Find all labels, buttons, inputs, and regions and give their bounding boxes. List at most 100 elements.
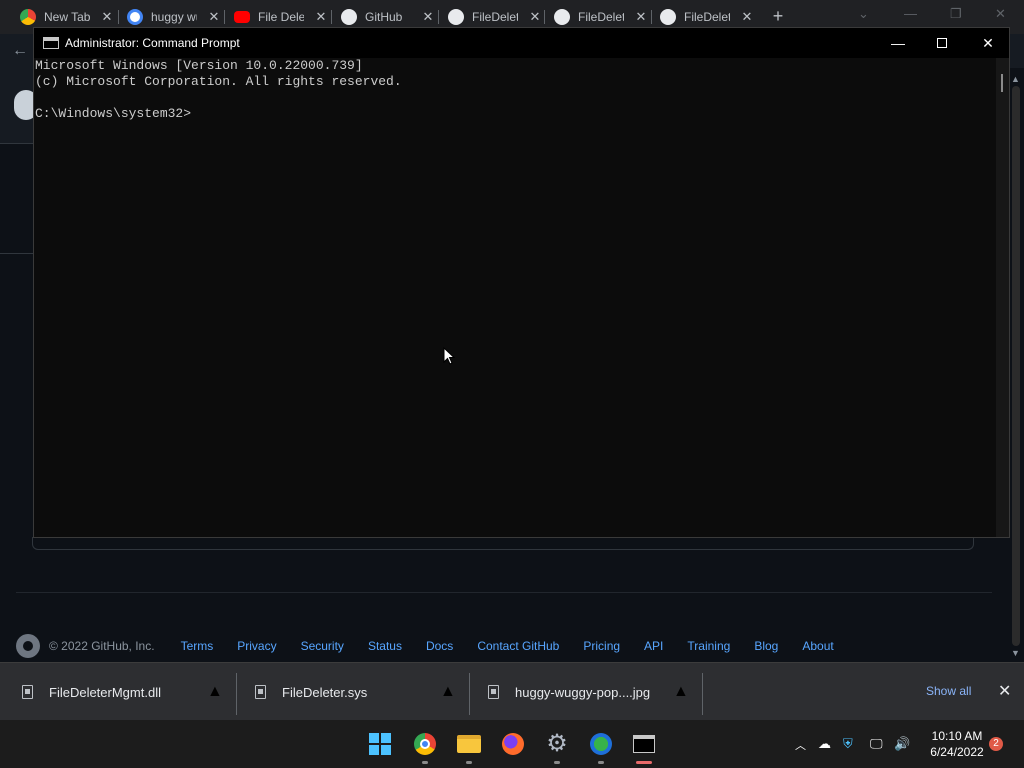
file-icon <box>22 685 33 699</box>
page-divider <box>0 253 34 254</box>
footer-link-contact[interactable]: Contact GitHub <box>477 639 559 653</box>
footer-link-about[interactable]: About <box>802 639 833 653</box>
footer-link-docs[interactable]: Docs <box>426 639 453 653</box>
github-icon <box>554 9 570 25</box>
clock-date: 6/24/2022 <box>930 745 984 759</box>
tab-separator <box>651 10 652 24</box>
browser-restore-button[interactable]: ❐ <box>950 6 962 22</box>
chevron-up-icon[interactable]: ▲ <box>673 671 689 713</box>
footer-link-api[interactable]: API <box>644 639 663 653</box>
footer-divider <box>16 592 992 593</box>
footer-link-terms[interactable]: Terms <box>181 639 214 653</box>
tab-label: New Tab <box>44 10 90 24</box>
close-icon[interactable]: ✕ <box>740 9 754 25</box>
tab-search-icon[interactable]: ⌄ <box>858 6 869 22</box>
running-indicator <box>598 761 604 764</box>
taskbar-file-explorer[interactable] <box>453 728 485 764</box>
tab-label: huggy wuggy <box>151 10 197 24</box>
footer-link-security[interactable]: Security <box>301 639 344 653</box>
close-icon[interactable]: ✕ <box>421 9 435 25</box>
page-scrollbar[interactable]: ▲ ▼ <box>1008 68 1024 662</box>
cmd-minimize-button[interactable]: — <box>875 28 921 58</box>
chevron-up-icon[interactable]: ▲ <box>207 671 223 713</box>
browser-close-button[interactable]: ✕ <box>995 6 1006 22</box>
cmd-scroll-thumb[interactable] <box>1001 74 1003 92</box>
download-separator <box>702 673 703 715</box>
tab-separator <box>224 10 225 24</box>
page-content-box <box>32 537 974 550</box>
close-icon[interactable]: ✕ <box>100 9 114 25</box>
chevron-up-icon[interactable]: ▲ <box>440 671 456 713</box>
file-icon <box>255 685 266 699</box>
github-icon <box>448 9 464 25</box>
windows-taskbar: ⚙ ︿ ☁ ⛨ 🖵 🔊 10:10 AM 6/24/2022 <box>0 720 1024 768</box>
terminal-icon <box>633 735 655 753</box>
taskbar-command-prompt[interactable] <box>628 728 660 764</box>
github-icon <box>660 9 676 25</box>
browser-minimize-button[interactable]: — <box>904 6 917 21</box>
footer-link-pricing[interactable]: Pricing <box>583 639 620 653</box>
network-icon[interactable]: 🖵 <box>870 736 883 752</box>
google-icon <box>127 9 143 25</box>
chevron-up-icon[interactable]: ︿ <box>795 737 806 753</box>
back-arrow-icon[interactable]: ← <box>12 42 28 60</box>
download-item-dll[interactable]: FileDeleterMgmt.dll <box>22 671 161 713</box>
folder-icon <box>457 735 481 753</box>
maximize-icon <box>937 38 947 48</box>
command-prompt-window[interactable]: Administrator: Command Prompt — ✕ Micros… <box>33 27 1010 538</box>
download-item-jpg[interactable]: huggy-wuggy-pop....jpg <box>488 671 650 713</box>
security-shield-icon[interactable]: ⛨ <box>843 736 853 752</box>
clock-time: 10:10 AM <box>931 729 983 743</box>
cmd-title-bar[interactable]: Administrator: Command Prompt — ✕ <box>34 28 1009 58</box>
console-prompt-line[interactable]: C:\Windows\system32> <box>35 106 996 122</box>
show-all-downloads-link[interactable]: Show all <box>926 684 971 698</box>
onedrive-offline-icon[interactable]: ☁ <box>818 736 831 752</box>
close-icon[interactable]: ✕ <box>634 9 648 25</box>
footer-link-blog[interactable]: Blog <box>754 639 778 653</box>
taskbar-chrome[interactable] <box>409 728 441 764</box>
volume-icon[interactable]: 🔊 <box>894 736 910 752</box>
minimize-icon: — <box>891 35 905 51</box>
tab-separator <box>331 10 332 24</box>
close-icon[interactable]: ✕ <box>207 9 221 25</box>
taskbar-firefox[interactable] <box>497 728 529 760</box>
taskbar-network-app[interactable] <box>585 728 617 764</box>
gear-icon: ⚙ <box>546 730 568 757</box>
download-item-sys[interactable]: FileDeleter.sys <box>255 671 367 713</box>
footer-copyright: © 2022 GitHub, Inc. <box>49 639 155 653</box>
github-footer: © 2022 GitHub, Inc. Terms Privacy Securi… <box>16 634 858 658</box>
footer-link-status[interactable]: Status <box>368 639 402 653</box>
cmd-scrollbar[interactable] <box>996 58 1009 537</box>
github-icon <box>341 9 357 25</box>
downloads-bar: FileDeleterMgmt.dll ▲ FileDeleter.sys ▲ … <box>0 662 1024 720</box>
taskbar-settings[interactable]: ⚙ <box>541 728 573 764</box>
cmd-close-button[interactable]: ✕ <box>965 28 1011 58</box>
tab-label: File Deleter <box>258 10 304 24</box>
youtube-icon <box>234 11 250 23</box>
running-indicator <box>554 761 560 764</box>
scroll-up-icon[interactable]: ▲ <box>1011 74 1020 84</box>
notification-badge[interactable]: 2 <box>989 737 1003 751</box>
tab-separator <box>544 10 545 24</box>
start-button[interactable] <box>364 728 396 760</box>
active-indicator <box>636 761 652 764</box>
github-mark-icon[interactable] <box>16 634 40 658</box>
tab-label: GitHub <box>365 10 403 24</box>
close-icon[interactable]: ✕ <box>314 9 328 25</box>
page-scroll-thumb[interactable] <box>1012 86 1020 646</box>
image-file-icon <box>488 685 499 699</box>
cmd-maximize-button[interactable] <box>919 28 965 58</box>
running-indicator <box>466 761 472 764</box>
console-output[interactable]: Microsoft Windows [Version 10.0.22000.73… <box>34 58 996 537</box>
footer-link-privacy[interactable]: Privacy <box>237 639 276 653</box>
system-clock[interactable]: 10:10 AM 6/24/2022 <box>918 728 996 760</box>
firefox-icon <box>502 733 524 755</box>
scroll-down-icon[interactable]: ▼ <box>1011 648 1020 658</box>
close-icon[interactable]: ✕ <box>528 9 542 25</box>
footer-link-training[interactable]: Training <box>687 639 730 653</box>
close-icon[interactable]: ✕ <box>998 681 1011 701</box>
new-tab-button[interactable]: + <box>768 6 788 27</box>
download-separator <box>236 673 237 715</box>
windows-start-icon <box>369 733 391 755</box>
download-separator <box>469 673 470 715</box>
